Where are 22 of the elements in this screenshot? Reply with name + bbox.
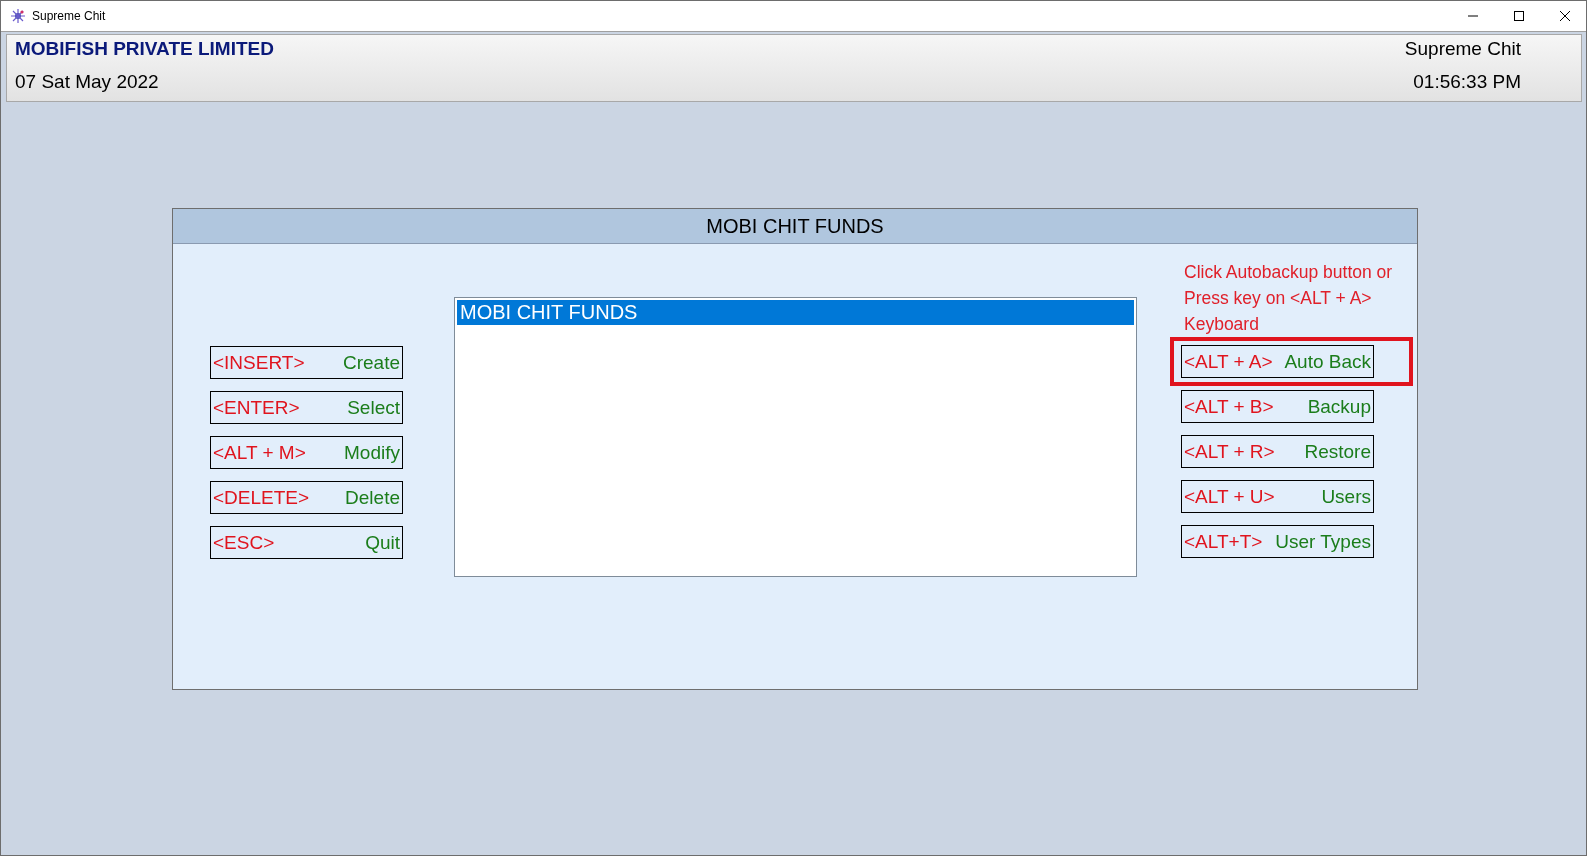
close-icon[interactable] <box>1559 10 1571 22</box>
company-name: MOBIFISH PRIVATE LIMITED <box>15 38 274 60</box>
shortcut-button[interactable]: <ALT + A> Auto Back <box>1181 345 1374 378</box>
shortcut-button[interactable]: <ALT + B> Backup <box>1181 390 1374 423</box>
shortcut-button[interactable]: <ALT + M> Modify <box>210 436 403 469</box>
dialog-title: MOBI CHIT FUNDS <box>173 209 1417 244</box>
shortcut-button[interactable]: <INSERT> Create <box>210 346 403 379</box>
time-label: 01:56:33 PM <box>1413 71 1521 93</box>
hint-text: Click Autobackup button or Press key on <ALT + A> Keyboard <box>1184 261 1394 336</box>
shortcut-button[interactable]: <DELETE> Delete <box>210 481 403 514</box>
shortcut-button[interactable]: <ALT + U> Users <box>1181 480 1374 513</box>
list-item[interactable]: MOBI CHIT FUNDS <box>457 300 1134 325</box>
app-name: Supreme Chit <box>1404 38 1521 60</box>
shortcut-button[interactable]: <ALT+T> User Types <box>1181 525 1374 558</box>
shortcut-button[interactable]: <ENTER> Select <box>210 391 403 424</box>
company-list[interactable]: MOBI CHIT FUNDS <box>454 297 1137 577</box>
window-title: Supreme Chit <box>32 9 106 23</box>
app-icon <box>10 8 26 24</box>
shortcut-button[interactable]: <ALT + R> Restore <box>1181 435 1374 468</box>
date-label: 07 Sat May 2022 <box>15 71 160 93</box>
maximize-icon[interactable] <box>1513 10 1525 22</box>
shortcut-button[interactable]: <ESC> Quit <box>210 526 403 559</box>
